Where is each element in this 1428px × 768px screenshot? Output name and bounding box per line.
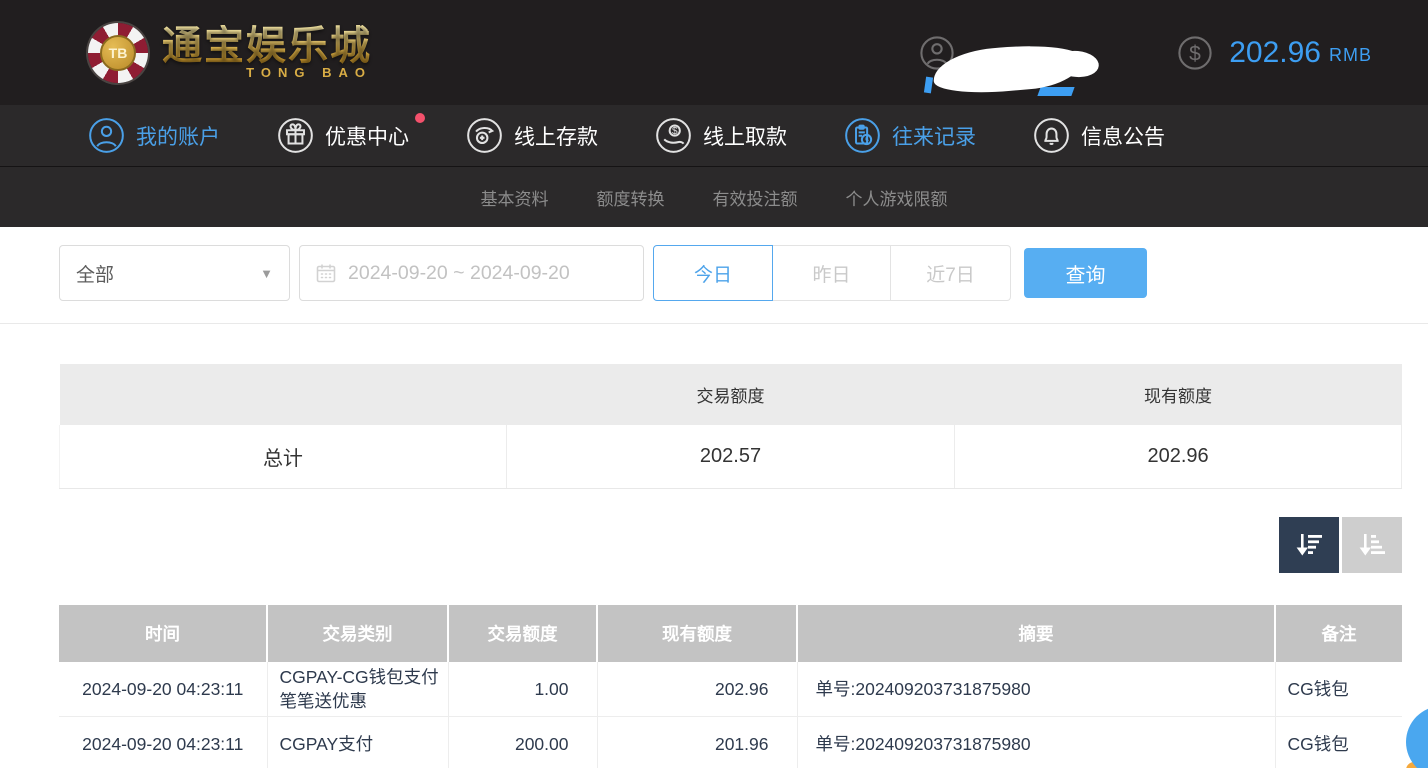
table-row: 2024-09-20 04:23:11 CGPAY支付 200.00 201.9… (59, 716, 1402, 768)
nav-item-announcements[interactable]: 信息公告 (1033, 117, 1165, 154)
date-range-input[interactable]: 2024-09-20 ~ 2024-09-20 (299, 245, 644, 301)
sort-descending-icon (1296, 533, 1322, 555)
col-header-transaction-amount: 交易额度 (448, 604, 598, 662)
subnav-item-personal-game-limit[interactable]: 个人游戏限额 (846, 185, 948, 210)
cell-summary: 单号:202409203731875980 (797, 716, 1276, 768)
cell-remarks: CG钱包 (1275, 716, 1402, 768)
cell-summary: 单号:202409203731875980 (797, 661, 1276, 717)
records-table: 时间 交易类别 交易额度 现有额度 摘要 备注 2024-09-20 04:23… (59, 604, 1402, 768)
quick-date-segment: 今日 昨日 近7日 (653, 245, 1011, 301)
sort-ascending-icon (1359, 533, 1385, 555)
redacted-username-fragment (1037, 86, 1075, 96)
summary-total-label: 总计 (59, 425, 507, 489)
cell-transaction-type: CGPAY支付 (267, 716, 449, 768)
chip-monogram: TB (100, 34, 136, 71)
nav-item-online-withdrawal[interactable]: $ 线上取款 (655, 117, 787, 154)
cell-transaction-amount: 200.00 (448, 716, 598, 768)
nav-item-transaction-records[interactable]: 往来记录 (844, 117, 976, 154)
user-icon (89, 118, 124, 153)
calendar-icon (316, 264, 336, 283)
deposit-icon (467, 118, 502, 153)
svg-text:$: $ (672, 126, 678, 137)
sub-nav: 基本资料 额度转换 有效投注额 个人游戏限额 (0, 167, 1428, 227)
cell-current-amount: 201.96 (597, 716, 798, 768)
select-value: 全部 (76, 264, 115, 286)
quick-last7days-button[interactable]: 近7日 (891, 245, 1011, 301)
balance-amount: 202.96 (1229, 35, 1321, 69)
records-header-row: 时间 交易类别 交易额度 现有额度 摘要 备注 (59, 604, 1402, 662)
summary-transaction-amount: 202.57 (505, 425, 956, 489)
summary-table: 交易额度 现有额度 总计 202.57 202.96 (59, 364, 1402, 489)
col-header-time: 时间 (59, 604, 268, 662)
site-title: 通宝娱乐城 (162, 24, 372, 68)
quick-yesterday-button[interactable]: 昨日 (773, 245, 891, 301)
notification-dot (415, 113, 425, 123)
col-header-current-amount: 现有额度 (597, 604, 798, 662)
section-divider (0, 323, 1428, 324)
summary-current-amount: 202.96 (954, 425, 1402, 489)
nav-item-promotions[interactable]: 优惠中心 (277, 113, 425, 154)
cell-time: 2024-09-20 04:23:11 (59, 661, 268, 717)
nav-label: 优惠中心 (325, 125, 409, 149)
subnav-item-basic-info[interactable]: 基本资料 (481, 185, 549, 210)
chevron-down-icon: ▼ (260, 265, 273, 281)
summary-total-row: 总计 202.57 202.96 (59, 425, 1402, 489)
site-subtitle: TONG BAO (246, 65, 372, 80)
subnav-item-credit-transfer[interactable]: 额度转换 (597, 185, 665, 210)
gift-icon (278, 118, 313, 153)
table-row: 2024-09-20 04:23:11 CGPAY-CG钱包支付笔笔送优惠 1.… (59, 661, 1402, 717)
poker-chip-icon: TB (88, 22, 148, 83)
nav-label: 我的账户 (136, 125, 220, 149)
date-range-value: 2024-09-20 ~ 2024-09-20 (348, 261, 570, 284)
balance-currency: RMB (1329, 45, 1372, 65)
col-header-transaction-type: 交易类别 (267, 604, 449, 662)
summary-header-current-amount: 现有额度 (954, 364, 1402, 425)
sort-descending-button[interactable] (1279, 516, 1339, 573)
nav-list: 我的账户 优惠中心 线上存款 $ 线上取款 往来记录 信息公告 (88, 113, 1165, 154)
filter-bar: 全部 ▼ 2024-09-20 ~ 2024-09-20 今日 昨日 近7日 查… (59, 245, 1428, 301)
main-nav: 我的账户 优惠中心 线上存款 $ 线上取款 往来记录 信息公告 (0, 105, 1428, 167)
summary-header-transaction-amount: 交易额度 (506, 364, 955, 425)
subnav-item-valid-bets[interactable]: 有效投注额 (713, 185, 798, 210)
records-icon (845, 118, 880, 153)
redacted-username-fragment (924, 76, 934, 93)
cell-time: 2024-09-20 04:23:11 (59, 716, 268, 768)
nav-label: 线上存款 (514, 125, 598, 149)
summary-header-row: 交易额度 现有额度 (59, 364, 1402, 425)
floating-service-button[interactable] (1406, 706, 1428, 768)
site-logo[interactable]: TB 通宝娱乐城 TONG BAO (88, 22, 372, 83)
nav-item-online-deposit[interactable]: 线上存款 (466, 117, 598, 154)
withdraw-icon: $ (656, 118, 691, 153)
top-header: TB 通宝娱乐城 TONG BAO $ 202.96 RMB (0, 0, 1428, 105)
cell-transaction-type: CGPAY-CG钱包支付笔笔送优惠 (267, 661, 449, 717)
summary-header-blank (59, 364, 507, 425)
sort-controls (59, 516, 1402, 573)
balance-display: $ 202.96 RMB (1177, 35, 1372, 71)
col-header-summary: 摘要 (797, 604, 1276, 662)
sort-ascending-button[interactable] (1342, 516, 1402, 573)
dollar-coin-icon: $ (1178, 35, 1212, 70)
quick-today-button[interactable]: 今日 (653, 245, 773, 301)
bell-icon (1034, 118, 1069, 153)
user-account-display (919, 35, 1119, 97)
nav-item-my-account[interactable]: 我的账户 (88, 117, 220, 154)
logo-text: 通宝娱乐城 TONG BAO (162, 25, 372, 80)
nav-label: 信息公告 (1081, 125, 1165, 149)
transaction-type-select[interactable]: 全部 ▼ (59, 245, 290, 301)
cell-remarks: CG钱包 (1275, 661, 1402, 717)
nav-label: 线上取款 (703, 125, 787, 149)
col-header-remarks: 备注 (1275, 604, 1402, 662)
svg-text:$: $ (1189, 42, 1201, 65)
nav-label: 往来记录 (892, 125, 976, 149)
cell-current-amount: 202.96 (597, 661, 798, 717)
query-button[interactable]: 查询 (1024, 248, 1147, 298)
header-right: $ 202.96 RMB (919, 0, 1372, 105)
cell-transaction-amount: 1.00 (448, 661, 598, 717)
